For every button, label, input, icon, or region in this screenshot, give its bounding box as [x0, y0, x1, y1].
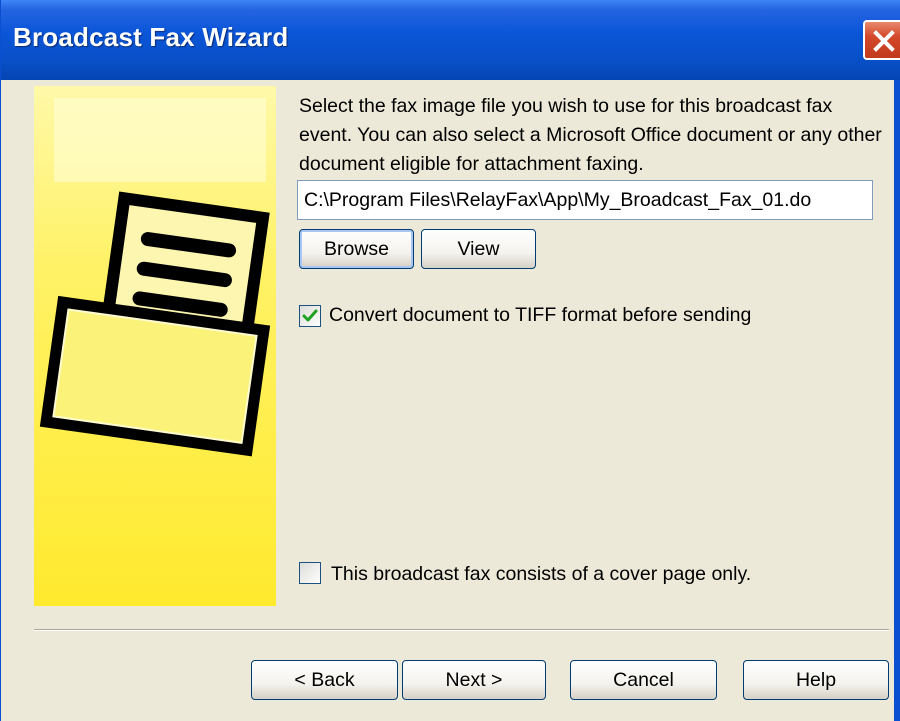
- instructions-text: Select the fax image file you wish to us…: [299, 95, 882, 175]
- title-bar[interactable]: Broadcast Fax Wizard: [1, 0, 900, 80]
- wizard-illustration: [34, 86, 276, 606]
- cover-only-checkbox[interactable]: [299, 562, 321, 584]
- fax-document-icon: [39, 191, 271, 457]
- cover-only-label[interactable]: This broadcast fax consists of a cover p…: [331, 563, 751, 586]
- cancel-button[interactable]: Cancel: [570, 660, 717, 700]
- footer-divider: [34, 629, 889, 631]
- help-button[interactable]: Help: [743, 660, 889, 700]
- close-icon: [873, 30, 895, 52]
- window-title: Broadcast Fax Wizard: [13, 22, 289, 52]
- checkmark-icon: [302, 309, 318, 322]
- convert-tiff-label[interactable]: Convert document to TIFF format before s…: [329, 304, 751, 327]
- view-button[interactable]: View: [421, 229, 536, 269]
- convert-tiff-checkbox[interactable]: [299, 305, 321, 327]
- wizard-window: Broadcast Fax Wizard Select the fax imag…: [0, 0, 900, 721]
- browse-button[interactable]: Browse: [299, 229, 414, 269]
- back-button[interactable]: < Back: [251, 660, 398, 700]
- file-path-input[interactable]: [297, 180, 873, 220]
- next-button[interactable]: Next >: [402, 660, 546, 700]
- close-button[interactable]: [863, 20, 900, 60]
